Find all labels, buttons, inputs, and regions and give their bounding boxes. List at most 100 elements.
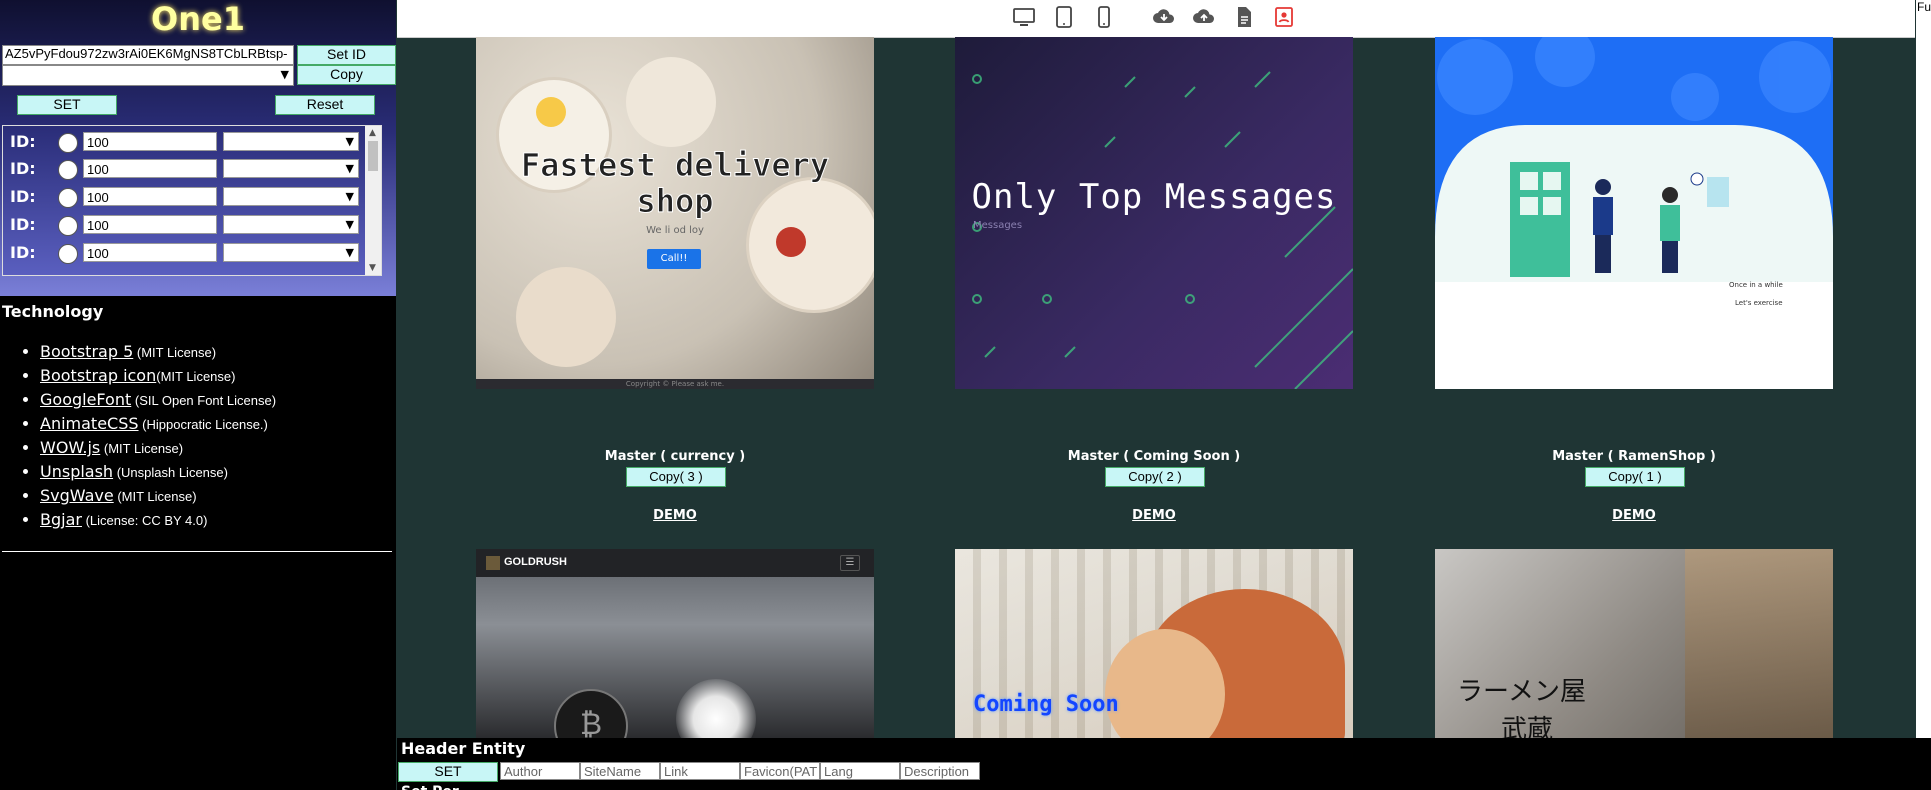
desktop-icon[interactable]: [1012, 5, 1036, 29]
favicon-field[interactable]: Favicon(PAT: [740, 762, 820, 780]
id-input[interactable]: 100: [83, 159, 217, 178]
technology-link[interactable]: AnimateCSS: [40, 414, 139, 433]
preview-logo-icon: [486, 556, 500, 570]
chevron-down-icon: ▼: [345, 218, 354, 231]
id-select[interactable]: ▼: [223, 132, 359, 151]
template-preview-ramen[interactable]: ラーメン屋 武蔵: [1435, 549, 1833, 738]
id-radio[interactable]: [58, 188, 78, 208]
technology-link[interactable]: WOW.js: [40, 438, 100, 457]
description-field[interactable]: Description: [900, 762, 980, 780]
preview-call-button: Call!!: [647, 249, 701, 269]
bitcoin-icon: ₿: [554, 689, 628, 738]
chevron-down-icon: ▼: [345, 162, 354, 175]
license-text: (MIT License): [113, 489, 197, 504]
license-text: (SIL Open Font License): [131, 393, 277, 408]
right-edge-panel: [1916, 0, 1931, 790]
template-preview-goldrush[interactable]: GOLDRUSH ☰ ₿: [476, 549, 874, 738]
template-preview-currency[interactable]: Fastest delivery shop We li od loy Call!…: [476, 37, 874, 389]
technology-link[interactable]: Unsplash: [40, 462, 113, 481]
divider: [2, 551, 392, 552]
scroll-thumb[interactable]: [368, 141, 378, 171]
id-radio[interactable]: [58, 133, 78, 153]
technology-item: AnimateCSS (Hippocratic License.): [40, 412, 276, 436]
id-input[interactable]: 100: [83, 243, 217, 262]
link-field[interactable]: Link: [660, 762, 740, 780]
technology-item: Unsplash (Unsplash License): [40, 460, 276, 484]
copy-template-button[interactable]: Copy( 3 ): [626, 467, 726, 487]
phone-icon[interactable]: [1092, 5, 1116, 29]
id-label: ID:: [10, 243, 36, 262]
id-label: ID:: [10, 159, 36, 178]
id-row: ID: 100 ▼: [3, 240, 363, 266]
id-radio[interactable]: [58, 216, 78, 236]
copy-template-button[interactable]: Copy( 2 ): [1105, 467, 1205, 487]
sitename-field[interactable]: SiteName: [580, 762, 660, 780]
template-preview-coming-soon-2[interactable]: Coming Soon: [955, 549, 1353, 738]
technology-link[interactable]: Bgjar: [40, 510, 82, 529]
id-radio[interactable]: [58, 244, 78, 264]
header-entity-set-button[interactable]: SET: [398, 762, 498, 782]
chevron-down-icon: ▼: [345, 190, 354, 203]
cloud-upload-icon[interactable]: [1192, 5, 1216, 29]
lang-field[interactable]: Lang: [820, 762, 900, 780]
technology-item: WOW.js (MIT License): [40, 436, 276, 460]
scroll-down-icon[interactable]: ▼: [369, 263, 376, 273]
id-row: ID: 100 ▼: [3, 184, 363, 210]
technology-item: SvgWave (MIT License): [40, 484, 276, 508]
technology-link[interactable]: Bootstrap 5: [40, 342, 133, 361]
id-select[interactable]: ▼: [223, 159, 359, 178]
author-field[interactable]: Author: [500, 762, 580, 780]
scroll-up-icon[interactable]: ▲: [369, 128, 376, 138]
set-id-button[interactable]: Set ID: [297, 45, 396, 65]
preview-title: Only Top Messages: [971, 177, 1337, 217]
preview-footer: Copyright © Please ask me.: [476, 379, 874, 389]
id-label: ID:: [10, 187, 36, 206]
demo-link[interactable]: DEMO: [955, 508, 1353, 523]
token-select[interactable]: ▼: [2, 65, 294, 86]
id-input[interactable]: 100: [83, 132, 217, 151]
reset-button[interactable]: Reset: [275, 95, 375, 115]
license-text: (MIT License): [100, 441, 184, 456]
cloud-download-icon[interactable]: [1152, 5, 1176, 29]
copy-button[interactable]: Copy: [297, 65, 396, 85]
template-name: Master ( currency ): [604, 449, 746, 464]
technology-link[interactable]: GoogleFont: [40, 390, 131, 409]
license-text: (MIT License): [133, 345, 217, 360]
demo-link[interactable]: DEMO: [1435, 508, 1833, 523]
id-select[interactable]: ▼: [223, 215, 359, 234]
template-preview-coming-soon[interactable]: Only Top Messages Messages: [955, 37, 1353, 389]
technology-item: Bgjar (License: CC BY 4.0): [40, 508, 276, 532]
id-select[interactable]: ▼: [223, 243, 359, 262]
license-text: (MIT License): [156, 369, 236, 384]
id-select[interactable]: ▼: [223, 187, 359, 206]
header-entity-panel: Header Entity SET Author SiteName Link F…: [397, 738, 1931, 790]
person-badge-icon[interactable]: [1272, 5, 1296, 29]
id-label: ID:: [10, 132, 36, 151]
technology-link[interactable]: Bootstrap icon: [40, 366, 156, 385]
app-title: One1: [151, 0, 245, 38]
demo-link[interactable]: DEMO: [476, 508, 874, 523]
right-edge-text: Fu: [1917, 0, 1931, 14]
tablet-icon[interactable]: [1052, 5, 1076, 29]
template-name: Master ( RamenShop ): [1552, 449, 1716, 464]
technology-link[interactable]: SvgWave: [40, 486, 114, 505]
id-list: ID: 100 ▼ ID: 100 ▼ ID: 100 ▼ ID: 100 ▼ …: [2, 125, 382, 276]
id-radio[interactable]: [58, 160, 78, 180]
header-entity-subtitle: Set Per...: [401, 784, 473, 790]
preview-title: Fastest delivery shop: [520, 146, 830, 220]
preview-title: ラーメン屋: [1457, 677, 1586, 707]
file-text-icon[interactable]: [1232, 5, 1256, 29]
id-input[interactable]: 100: [83, 215, 217, 234]
set-button[interactable]: SET: [17, 95, 117, 115]
control-panel: One1 AZ5vPyFdou972zw3rAi0EK6MgNS8TCbLRBt…: [0, 0, 396, 296]
token-input[interactable]: AZ5vPyFdou972zw3rAi0EK6MgNS8TCbLRBtsp-: [2, 45, 294, 65]
template-preview-ramenshop[interactable]: Once in a while Let's exercise: [1435, 37, 1833, 389]
preview-illustration: [1435, 37, 1833, 389]
id-list-scrollbar[interactable]: ▲ ▼: [365, 126, 381, 275]
preview-note: Once in a while: [1729, 281, 1783, 289]
copy-template-button[interactable]: Copy( 1 ): [1585, 467, 1685, 487]
id-input[interactable]: 100: [83, 187, 217, 206]
id-row: ID: 100 ▼: [3, 129, 363, 155]
preview-subtitle: Messages: [973, 220, 1023, 231]
chevron-down-icon: ▼: [280, 68, 289, 81]
